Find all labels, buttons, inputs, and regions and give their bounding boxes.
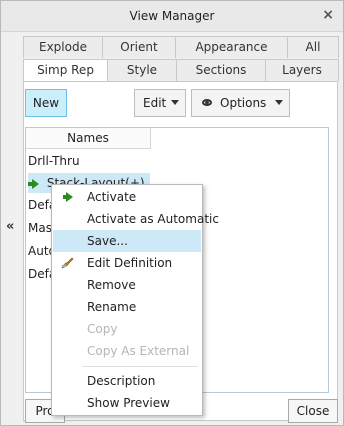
options-label: Options: [220, 96, 267, 110]
view-manager-window: View Manager × « Explode Orient Appearan…: [0, 0, 344, 426]
close-button[interactable]: Close: [288, 399, 338, 423]
collapse-panel-icon[interactable]: «: [6, 219, 14, 234]
menu-item-copy: Copy: [87, 322, 118, 336]
menu-item-rename[interactable]: Rename: [53, 296, 201, 318]
active-arrow-icon: [28, 178, 39, 189]
tab-orient[interactable]: Orient: [102, 36, 176, 58]
menu-item-activate-automatic[interactable]: Activate as Automatic: [53, 208, 219, 230]
close-icon[interactable]: ×: [322, 7, 334, 23]
tab-layers[interactable]: Layers: [265, 59, 339, 81]
tab-sections[interactable]: Sections: [176, 59, 266, 81]
names-column-header[interactable]: Names: [26, 128, 151, 149]
tab-style[interactable]: Style: [107, 59, 177, 81]
eye-icon: [202, 99, 212, 106]
menu-item-save[interactable]: Save...: [53, 230, 201, 252]
window-title: View Manager: [129, 9, 215, 23]
menu-item-description[interactable]: Description: [53, 370, 201, 392]
menu-item-activate[interactable]: Activate: [53, 186, 201, 208]
options-dropdown-button[interactable]: Options: [191, 89, 290, 117]
tab-appearance[interactable]: Appearance: [175, 36, 288, 58]
menu-item-remove[interactable]: Remove: [53, 274, 201, 296]
title-bar: View Manager ×: [1, 1, 343, 32]
tab-all[interactable]: All: [287, 36, 339, 58]
new-button[interactable]: New: [25, 89, 67, 117]
context-menu: Activate Activate as Automatic Save... E…: [51, 184, 219, 416]
paintbrush-icon: [61, 257, 74, 269]
menu-item-copy-as-external: Copy As External: [87, 344, 190, 358]
edit-dropdown-button[interactable]: Edit: [134, 89, 186, 117]
menu-item-show-preview[interactable]: Show Preview: [53, 392, 201, 414]
edit-label: Edit: [143, 96, 167, 110]
chevron-down-icon: [171, 100, 179, 105]
tab-explode[interactable]: Explode: [23, 36, 103, 58]
tab-simp-rep[interactable]: Simp Rep: [23, 59, 108, 81]
tabs-row-2: Simp Rep Style Sections Layers: [23, 59, 339, 81]
list-item[interactable]: Drll-Thru: [28, 151, 80, 171]
tabs-row-1: Explode Orient Appearance All: [23, 36, 339, 58]
menu-item-edit-definition[interactable]: Edit Definition: [53, 252, 201, 274]
chevron-down-icon: [275, 100, 283, 105]
activate-arrow-icon: [63, 192, 73, 202]
menu-separator: [82, 366, 198, 367]
